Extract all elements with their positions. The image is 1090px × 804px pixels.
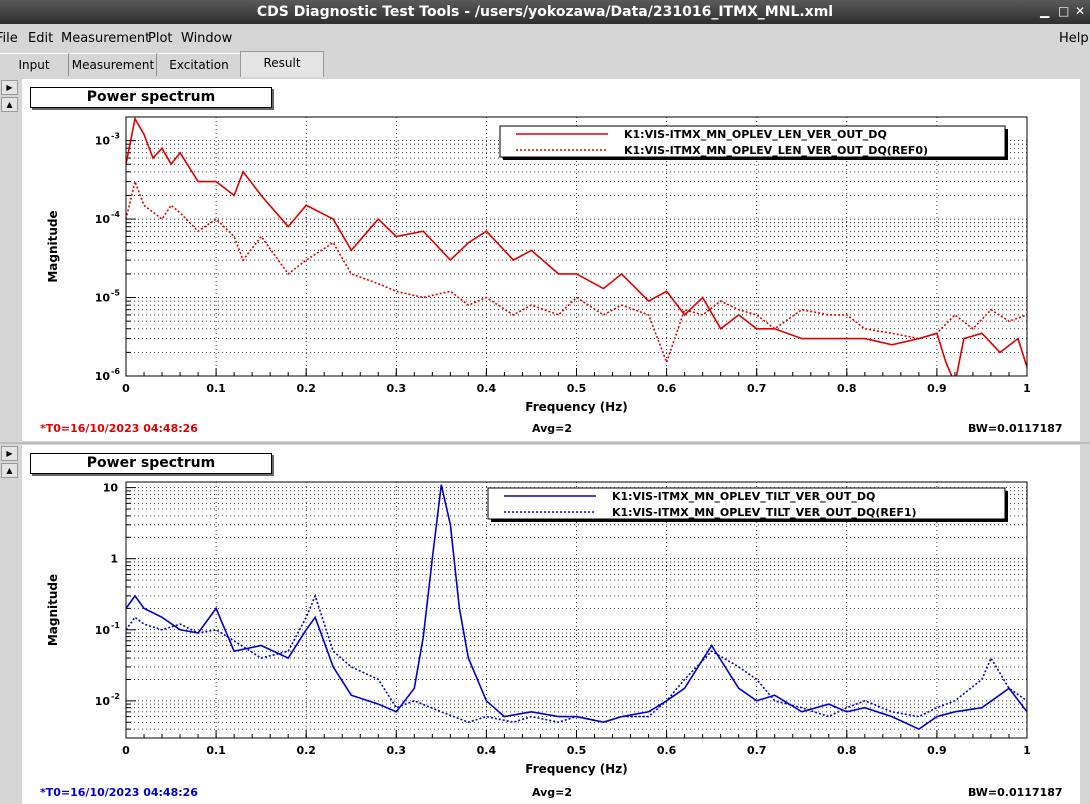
menu-plot[interactable]: Plot bbox=[148, 31, 173, 46]
power-spectrum-chart-length[interactable]: 0 0.1 0.2 0.3 0.4 0.5 0.6 0.7 0.8 0.9 110 -610 -510-… bbox=[22, 79, 1080, 441]
x-tick-label: 0 bbox=[122, 382, 130, 395]
x-tick-label: 0.2 bbox=[296, 382, 316, 395]
bw-label: BW=0.0117187 bbox=[968, 422, 1063, 435]
menu-help[interactable]: Help bbox=[1059, 31, 1089, 46]
avg-label: Avg=2 bbox=[532, 422, 573, 435]
arrow-right-icon[interactable]: ▶ bbox=[1, 446, 18, 461]
legend-label: K1:VIS-ITMX_MN_OPLEV_LEN_VER_OUT_DQ bbox=[624, 128, 887, 141]
x-tick-label: 1 bbox=[1023, 382, 1031, 395]
y-tick-label: 10 bbox=[95, 292, 111, 305]
bw-label: BW=0.0117187 bbox=[968, 786, 1063, 799]
x-tick-label: 1 bbox=[1023, 744, 1031, 757]
y-tick-exponent: -3 bbox=[111, 132, 120, 141]
window-title: CDS Diagnostic Test Tools - /users/yokoz… bbox=[256, 4, 834, 20]
x-tick-label: 0.8 bbox=[837, 382, 857, 395]
x-tick-label: 0.3 bbox=[387, 744, 407, 757]
y-tick-label: 10 bbox=[95, 695, 111, 708]
arrow-right-icon[interactable]: ▶ bbox=[1, 80, 18, 95]
x-tick-label: 0.8 bbox=[837, 744, 857, 757]
x-tick-label: 0.7 bbox=[747, 382, 767, 395]
y-tick-label: 1 bbox=[110, 553, 118, 566]
legend-label: K1:VIS-ITMX_MN_OPLEV_TILT_VER_OUT_DQ bbox=[612, 490, 875, 503]
menu-window[interactable]: Window bbox=[181, 31, 232, 46]
menu-edit[interactable]: Edit bbox=[28, 31, 53, 46]
y-tick-exponent: -5 bbox=[111, 289, 120, 298]
tab-excitation[interactable]: Excitation bbox=[158, 53, 241, 76]
close-icon[interactable]: ✕ bbox=[1075, 4, 1085, 18]
y-axis-label: Magnitude bbox=[46, 210, 60, 282]
arrow-up-icon[interactable]: ▲ bbox=[1, 97, 18, 112]
x-tick-label: 0.6 bbox=[657, 382, 677, 395]
x-tick-label: 0.2 bbox=[296, 744, 316, 757]
x-tick-label: 0.7 bbox=[747, 744, 767, 757]
menu-file[interactable]: File bbox=[0, 31, 18, 46]
legend-label: K1:VIS-ITMX_MN_OPLEV_TILT_VER_OUT_DQ(REF… bbox=[612, 506, 917, 519]
y-tick-label: 10 bbox=[95, 135, 111, 148]
x-tick-label: 0.5 bbox=[567, 744, 587, 757]
tab-measurement[interactable]: Measurement bbox=[70, 53, 157, 76]
x-tick-label: 0.9 bbox=[927, 744, 947, 757]
y-tick-label: 10 bbox=[95, 213, 111, 226]
x-axis-label: Frequency (Hz) bbox=[525, 400, 627, 414]
legend-label: K1:VIS-ITMX_MN_OPLEV_LEN_VER_OUT_DQ(REF0… bbox=[624, 144, 928, 157]
window-titlebar: CDS Diagnostic Test Tools - /users/yokoz… bbox=[0, 0, 1090, 24]
series-line-1 bbox=[126, 178, 1027, 365]
x-tick-label: 0.5 bbox=[567, 382, 587, 395]
y-tick-label: 10 bbox=[95, 624, 111, 637]
x-tick-label: 0.1 bbox=[206, 382, 226, 395]
x-tick-label: 0.9 bbox=[927, 382, 947, 395]
panel-divider[interactable] bbox=[0, 442, 1090, 444]
x-tick-label: 0.3 bbox=[387, 382, 407, 395]
avg-label: Avg=2 bbox=[532, 786, 573, 799]
y-tick-label: 10 bbox=[95, 370, 111, 383]
x-tick-label: 0.6 bbox=[657, 744, 677, 757]
y-tick-label: 10 bbox=[103, 482, 119, 495]
y-axis-label: Magnitude bbox=[46, 574, 60, 646]
menu-measurement[interactable]: Measurement bbox=[61, 31, 150, 46]
power-spectrum-chart-tilt[interactable]: 0 0.1 0.2 0.3 0.4 0.5 0.6 0.7 0.8 0.9 110 -210 -1110… bbox=[22, 445, 1080, 804]
y-tick-exponent: -2 bbox=[111, 692, 120, 701]
x-tick-label: 0.1 bbox=[206, 744, 226, 757]
x-tick-label: 0.4 bbox=[477, 744, 497, 757]
x-tick-label: 0 bbox=[122, 744, 130, 757]
x-axis-label: Frequency (Hz) bbox=[525, 762, 627, 776]
maximize-icon[interactable]: □ bbox=[1058, 4, 1069, 18]
tab-result[interactable]: Result bbox=[240, 51, 324, 77]
t0-label: *T0=16/10/2023 04:48:26 bbox=[40, 786, 198, 799]
t0-label: *T0=16/10/2023 04:48:26 bbox=[40, 422, 198, 435]
tab-input[interactable]: Input bbox=[0, 53, 69, 76]
plot-panel-length: Power spectrum 0 0.1 0.2 0.3 0.4 0.5 0.6 0.7 0.8… bbox=[22, 79, 1080, 441]
plot1-side-controls: ▶ ▲ bbox=[0, 80, 18, 120]
menubar: File Edit Measurement Plot Window Help bbox=[0, 24, 1090, 52]
plot-panel-tilt: Power spectrum 0 0.1 0.2 0.3 0.4 0.5 0.6 0.7 0.8… bbox=[22, 445, 1080, 804]
y-tick-exponent: -6 bbox=[111, 367, 120, 376]
tab-bar: Input Measurement Excitation Result bbox=[0, 51, 1090, 77]
minimize-icon[interactable]: ▁ bbox=[1040, 4, 1049, 18]
arrow-up-icon[interactable]: ▲ bbox=[1, 463, 18, 478]
y-tick-exponent: -1 bbox=[111, 621, 120, 630]
y-tick-exponent: -4 bbox=[111, 210, 120, 219]
plot2-side-controls: ▶ ▲ bbox=[0, 446, 18, 486]
x-tick-label: 0.4 bbox=[477, 382, 497, 395]
